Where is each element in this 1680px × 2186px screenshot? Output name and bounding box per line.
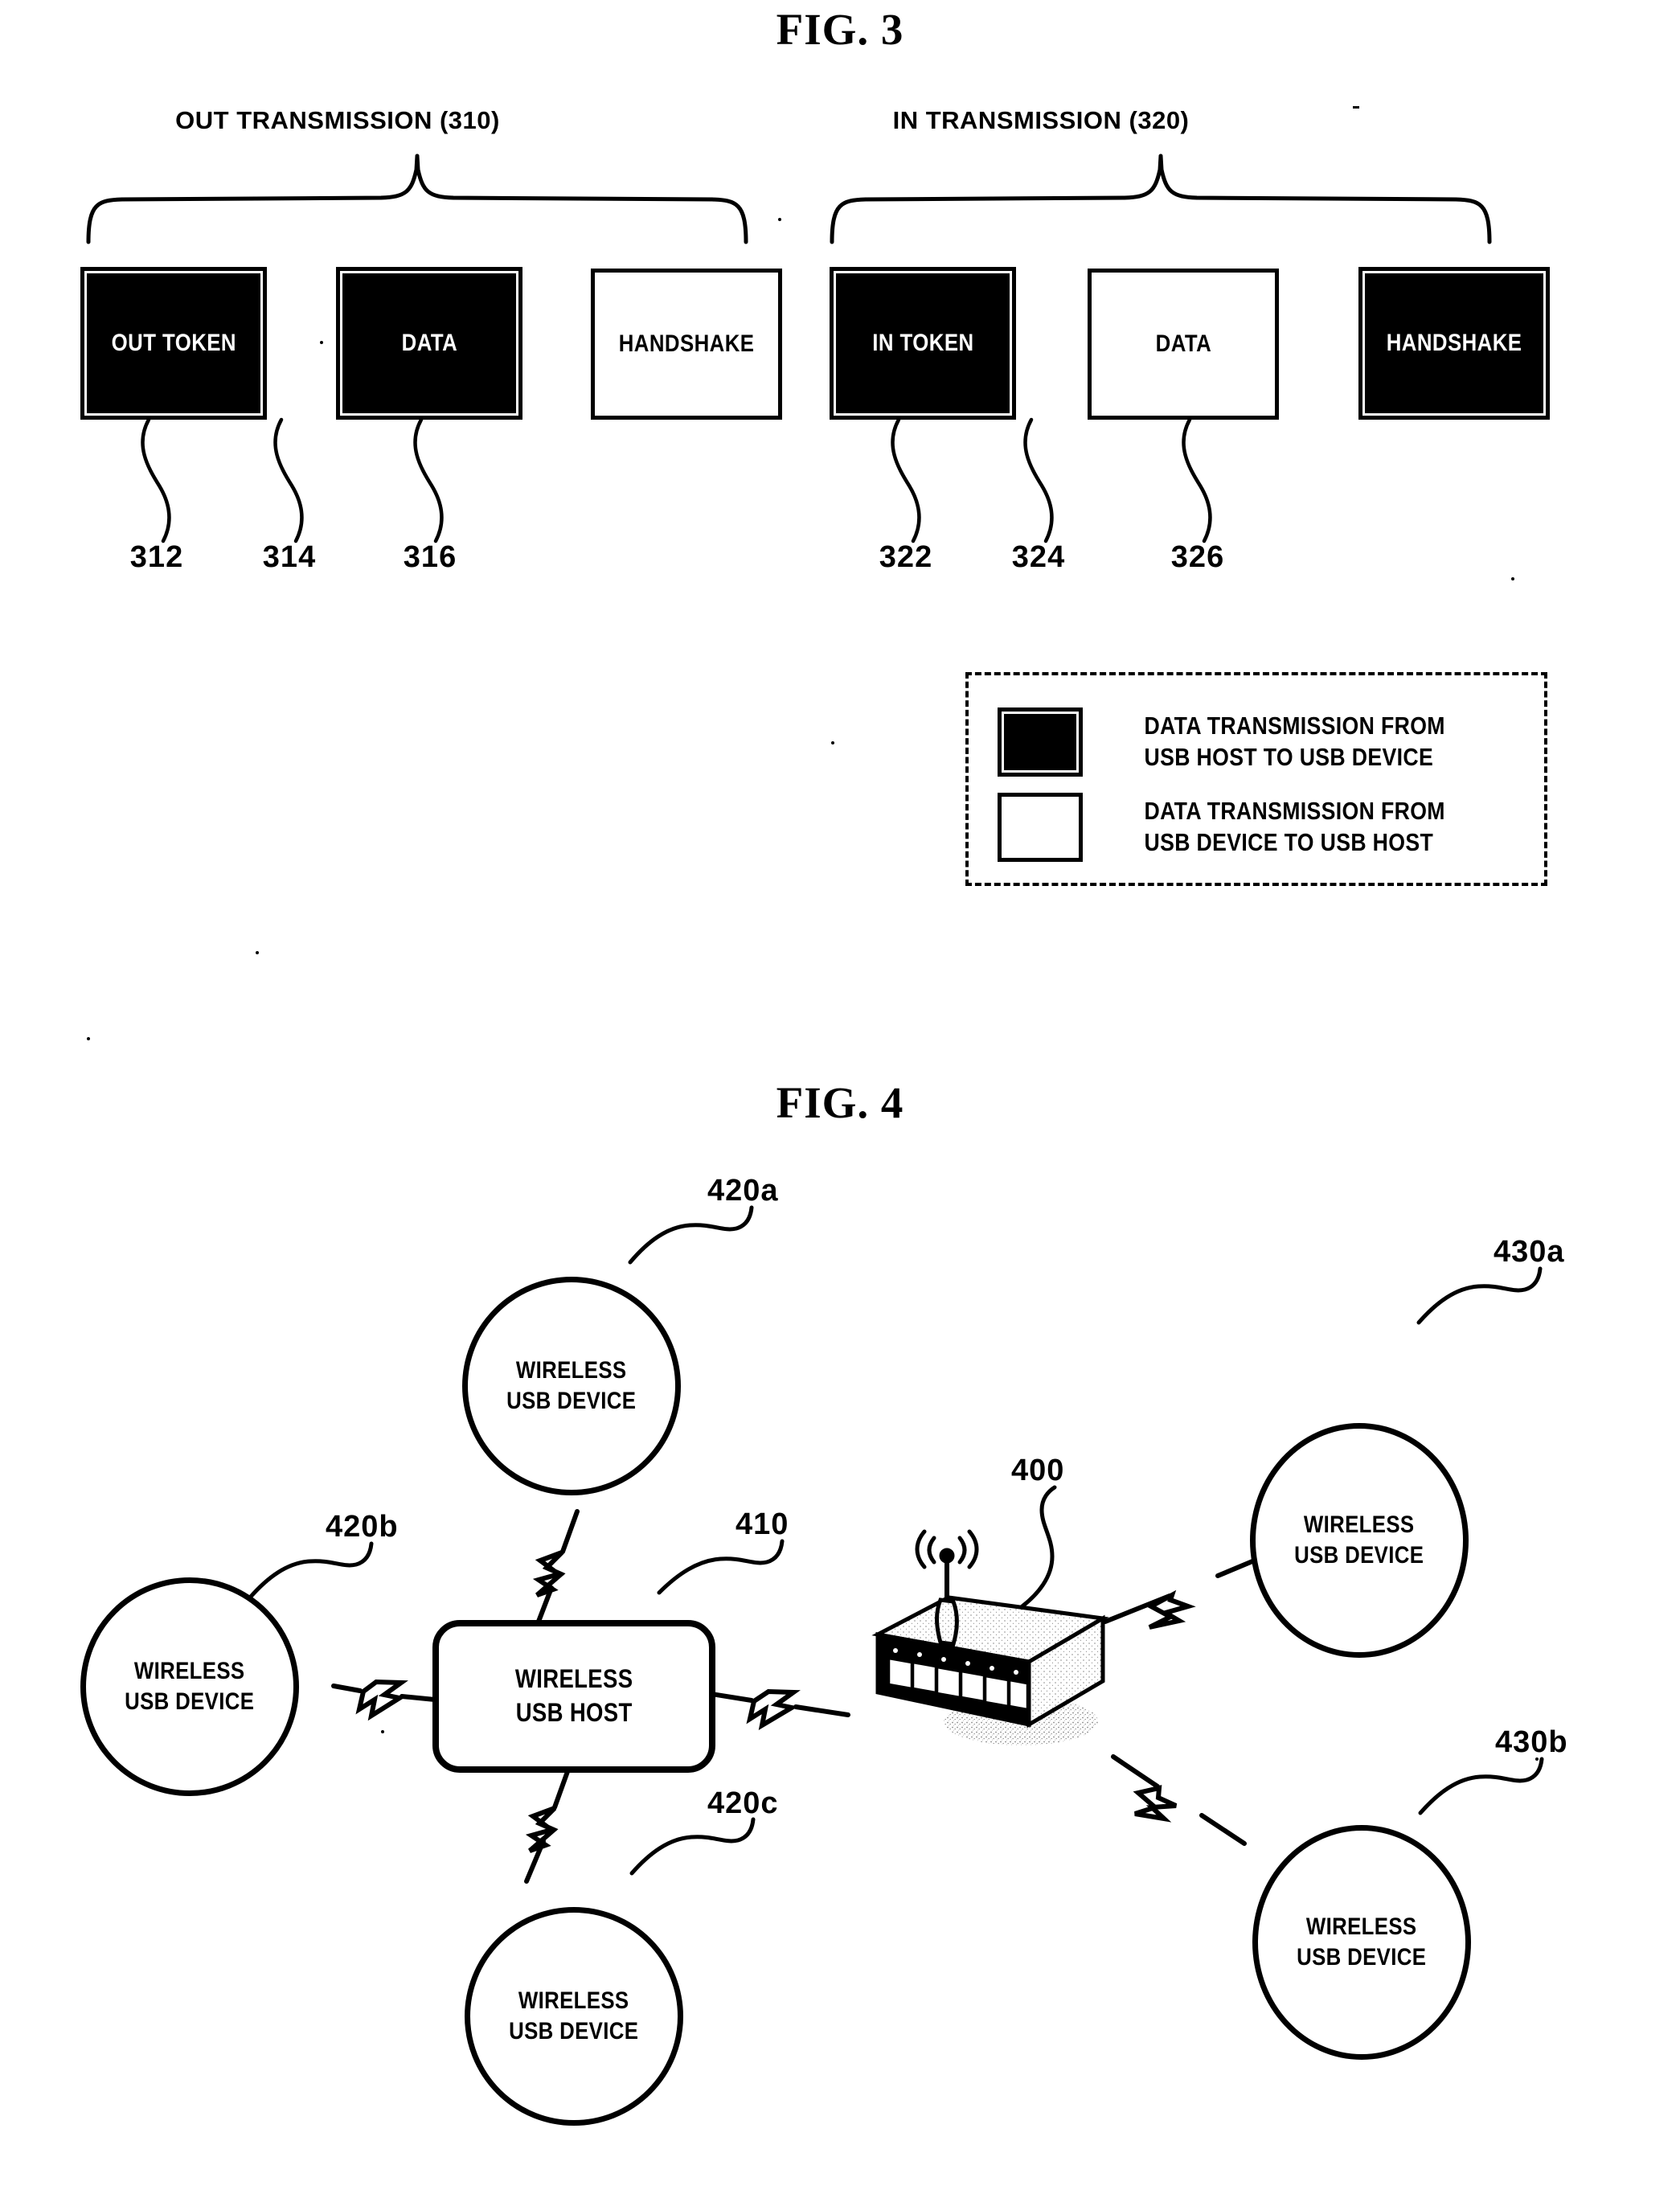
leader-420b bbox=[248, 1541, 374, 1600]
packet-in-data: DATA bbox=[1088, 269, 1279, 420]
leader-420c bbox=[629, 1817, 756, 1876]
hub-antenna bbox=[935, 1597, 959, 1647]
node-430a-label: WIRELESS USB DEVICE bbox=[1294, 1511, 1424, 1569]
packet-out-data: DATA bbox=[336, 267, 522, 420]
leader-430b bbox=[1418, 1757, 1544, 1815]
legend-row-host-to-device: DATA TRANSMISSION FROM USB HOST TO USB D… bbox=[998, 707, 1469, 777]
ref-316: 316 bbox=[403, 540, 457, 574]
scan-speckle bbox=[381, 1730, 384, 1733]
node-430b-label: WIRELESS USB DEVICE bbox=[1297, 1913, 1427, 1971]
ref-420b: 420b bbox=[326, 1510, 399, 1544]
leader-420a bbox=[628, 1205, 754, 1265]
leader-312 bbox=[141, 417, 171, 543]
node-420b-label: WIRELESS USB DEVICE bbox=[125, 1657, 255, 1715]
packet-in-token-label: IN TOKEN bbox=[871, 330, 974, 357]
ref-322: 322 bbox=[879, 540, 933, 574]
node-wireless-usb-host-410: WIRELESS USB HOST bbox=[432, 1620, 715, 1773]
wireless-link-icon-430b bbox=[1133, 1785, 1178, 1823]
node-wireless-usb-device-420c: WIRELESS USB DEVICE bbox=[465, 1907, 683, 2126]
ref-420a: 420a bbox=[707, 1174, 779, 1208]
packet-out-handshake-label: HANDSHAKE bbox=[618, 330, 755, 358]
leader-316 bbox=[413, 417, 444, 543]
legend-text-host-to-device: DATA TRANSMISSION FROM USB HOST TO USB D… bbox=[1144, 712, 1445, 771]
node-wireless-usb-device-420a: WIRELESS USB DEVICE bbox=[462, 1277, 681, 1495]
scan-speckle bbox=[1353, 106, 1359, 109]
scan-speckle bbox=[256, 951, 259, 954]
ref-312: 312 bbox=[129, 540, 184, 574]
legend-row-device-to-host: DATA TRANSMISSION FROM USB DEVICE TO USB… bbox=[998, 793, 1469, 862]
packet-in-token: IN TOKEN bbox=[830, 267, 1016, 420]
packet-out-token-label: OUT TOKEN bbox=[111, 330, 236, 357]
packet-out-handshake: HANDSHAKE bbox=[591, 269, 782, 420]
legend-swatch-filled bbox=[998, 707, 1083, 777]
legend-text-device-to-host: DATA TRANSMISSION FROM USB DEVICE TO USB… bbox=[1144, 797, 1445, 856]
legend-box: DATA TRANSMISSION FROM USB HOST TO USB D… bbox=[965, 672, 1547, 886]
leader-326 bbox=[1182, 417, 1212, 543]
scan-speckle bbox=[320, 341, 323, 344]
antenna-tip bbox=[939, 1548, 955, 1564]
node-420a-label: WIRELESS USB DEVICE bbox=[506, 1356, 637, 1414]
node-wireless-usb-device-420b: WIRELESS USB DEVICE bbox=[80, 1577, 299, 1796]
in-transmission-group-label: IN TRANSMISSION (320) bbox=[892, 106, 1190, 134]
packet-in-data-label: DATA bbox=[1155, 330, 1211, 358]
node-wireless-usb-device-430a: WIRELESS USB DEVICE bbox=[1250, 1423, 1469, 1658]
wireless-link-icon-420a bbox=[532, 1550, 566, 1597]
out-transmission-group-label: OUT TRANSMISSION (310) bbox=[175, 106, 500, 134]
host-410-label: WIRELESS USB HOST bbox=[514, 1664, 633, 1727]
ref-420c: 420c bbox=[707, 1786, 779, 1820]
leader-314 bbox=[273, 417, 304, 543]
packet-in-handshake-label: HANDSHAKE bbox=[1386, 330, 1522, 357]
ref-324: 324 bbox=[1011, 540, 1066, 574]
figure-4-title: FIG. 4 bbox=[776, 1078, 904, 1127]
packet-out-token: OUT TOKEN bbox=[80, 267, 267, 420]
wireless-link-icon-420b bbox=[355, 1679, 408, 1721]
node-420c-label: WIRELESS USB DEVICE bbox=[509, 1987, 639, 2045]
ref-430a: 430a bbox=[1494, 1235, 1565, 1269]
leader-322 bbox=[891, 417, 921, 543]
ref-314: 314 bbox=[262, 540, 317, 574]
figure-3-title: FIG. 3 bbox=[776, 5, 904, 54]
wireless-link-icon-hub bbox=[746, 1688, 801, 1731]
ref-430b: 430b bbox=[1495, 1725, 1568, 1759]
scan-speckle bbox=[87, 1037, 90, 1040]
leader-430a bbox=[1416, 1266, 1543, 1325]
scan-speckle bbox=[831, 741, 834, 744]
packet-in-handshake: HANDSHAKE bbox=[1358, 267, 1550, 420]
ref-326: 326 bbox=[1170, 540, 1225, 574]
scan-speckle bbox=[778, 218, 781, 221]
patent-drawing-sheet: FIG. 3 OUT TRANSMISSION (310) IN TRANSMI… bbox=[0, 0, 1680, 2186]
ref-410: 410 bbox=[736, 1507, 789, 1541]
wireless-link-icon-430a bbox=[1145, 1589, 1196, 1630]
scan-speckle bbox=[1511, 577, 1514, 580]
leader-324 bbox=[1023, 417, 1054, 543]
wireless-link-icon-420c bbox=[525, 1806, 559, 1853]
node-wireless-usb-device-430b: WIRELESS USB DEVICE bbox=[1252, 1825, 1471, 2060]
packet-out-data-label: DATA bbox=[401, 330, 457, 357]
wireless-usb-hub-illustration bbox=[846, 1524, 1119, 1765]
leader-410 bbox=[657, 1539, 785, 1595]
legend-swatch-hollow bbox=[998, 793, 1083, 862]
ref-400: 400 bbox=[1011, 1454, 1065, 1487]
